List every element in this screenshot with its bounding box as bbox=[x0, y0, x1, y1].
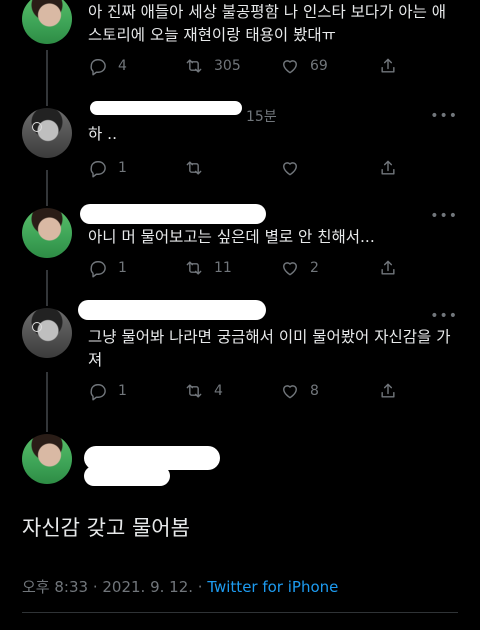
redacted-username bbox=[80, 204, 266, 224]
retweet-count: 305 bbox=[214, 58, 241, 74]
reply-button[interactable]: 1 bbox=[88, 158, 127, 178]
share-button[interactable] bbox=[378, 381, 398, 401]
avatar[interactable] bbox=[22, 108, 72, 158]
retweet-button[interactable]: 305 bbox=[184, 56, 241, 76]
share-icon bbox=[381, 58, 395, 73]
avatar[interactable] bbox=[22, 0, 72, 44]
more-options-button[interactable]: ••• bbox=[430, 308, 458, 324]
divider bbox=[22, 612, 458, 613]
reply-count: 4 bbox=[118, 58, 127, 74]
avatar[interactable] bbox=[22, 308, 72, 358]
tweet-timestamp: 오후 8:33 · 2021. 9. 12. · bbox=[22, 578, 208, 596]
like-button[interactable]: 2 bbox=[280, 258, 319, 278]
tweet-4[interactable]: ••• 그냥 물어봐 나라면 궁금해서 이미 물어봤어 자신감을 가져 1 4 … bbox=[0, 300, 480, 430]
main-tweet-text: 자신감 갖고 물어봄 bbox=[22, 516, 190, 540]
main-avatar[interactable] bbox=[22, 434, 72, 484]
tweet-source-link[interactable]: Twitter for iPhone bbox=[207, 578, 338, 596]
tweet-actions: 1 4 8 bbox=[88, 379, 458, 403]
share-button[interactable] bbox=[378, 258, 398, 278]
tweet-actions: 1 11 2 bbox=[88, 256, 458, 280]
more-options-button[interactable]: ••• bbox=[430, 108, 458, 124]
redacted-username bbox=[78, 300, 266, 320]
share-button[interactable] bbox=[378, 158, 398, 178]
share-icon bbox=[381, 260, 395, 275]
tweet-2[interactable]: 15분 ••• 하 .. 1 bbox=[0, 100, 480, 200]
reply-count: 1 bbox=[118, 160, 127, 176]
retweet-button[interactable]: 4 bbox=[184, 381, 223, 401]
reply-icon bbox=[90, 59, 106, 76]
like-button[interactable]: 69 bbox=[280, 56, 328, 76]
like-count: 2 bbox=[310, 260, 319, 276]
reply-icon bbox=[90, 261, 106, 278]
tweet-actions: 1 bbox=[88, 156, 458, 180]
retweet-icon bbox=[186, 59, 202, 73]
reply-button[interactable]: 1 bbox=[88, 258, 127, 278]
tweet-actions: 4 305 69 bbox=[88, 54, 458, 78]
reply-icon bbox=[90, 161, 106, 178]
like-button[interactable]: 8 bbox=[280, 381, 319, 401]
tweet-3[interactable]: ••• 아니 머 물어보고는 싶은데 별로 안 친해서... 1 11 2 bbox=[0, 200, 480, 300]
retweet-count: 11 bbox=[214, 260, 232, 276]
reply-icon bbox=[90, 384, 106, 401]
retweet-count: 4 bbox=[214, 383, 223, 399]
reply-button[interactable]: 1 bbox=[88, 381, 127, 401]
reply-count: 1 bbox=[118, 260, 127, 276]
like-count: 69 bbox=[310, 58, 328, 74]
reply-button[interactable]: 4 bbox=[88, 56, 127, 76]
heart-icon bbox=[283, 262, 297, 276]
more-options-button[interactable]: ••• bbox=[430, 208, 458, 224]
tweet-1[interactable]: 아 진짜 애들아 세상 불공평함 나 인스타 보다가 아는 애 스토리에 오늘 … bbox=[0, 0, 480, 100]
heart-icon bbox=[283, 385, 297, 399]
tweet-text: 그냥 물어봐 나라면 궁금해서 이미 물어봤어 자신감을 가져 bbox=[88, 328, 451, 369]
heart-icon bbox=[283, 162, 297, 176]
share-button[interactable] bbox=[378, 56, 398, 76]
tweet-meta: 오후 8:33 · 2021. 9. 12. · Twitter for iPh… bbox=[22, 576, 338, 597]
redacted-username bbox=[90, 101, 242, 115]
tweet-thread-screen: 아 진짜 애들아 세상 불공평함 나 인스타 보다가 아는 애 스토리에 오늘 … bbox=[0, 0, 480, 630]
like-button[interactable] bbox=[280, 158, 300, 178]
share-icon bbox=[381, 383, 395, 398]
retweet-icon bbox=[186, 261, 202, 275]
tweet-text: 아 진짜 애들아 세상 불공평함 나 인스타 보다가 아는 애 스토리에 오늘 … bbox=[88, 3, 447, 44]
retweet-icon bbox=[186, 161, 202, 175]
avatar[interactable] bbox=[22, 208, 72, 258]
retweet-icon bbox=[186, 384, 202, 398]
heart-icon bbox=[283, 60, 297, 74]
retweet-button[interactable] bbox=[184, 158, 204, 178]
redacted-handle bbox=[84, 466, 170, 486]
tweet-text: 하 .. bbox=[88, 125, 118, 143]
tweet-text: 아니 머 물어보고는 싶은데 별로 안 친해서... bbox=[88, 228, 375, 246]
retweet-button[interactable]: 11 bbox=[184, 258, 232, 278]
like-count: 8 bbox=[310, 383, 319, 399]
reply-count: 1 bbox=[118, 383, 127, 399]
share-icon bbox=[381, 160, 395, 175]
